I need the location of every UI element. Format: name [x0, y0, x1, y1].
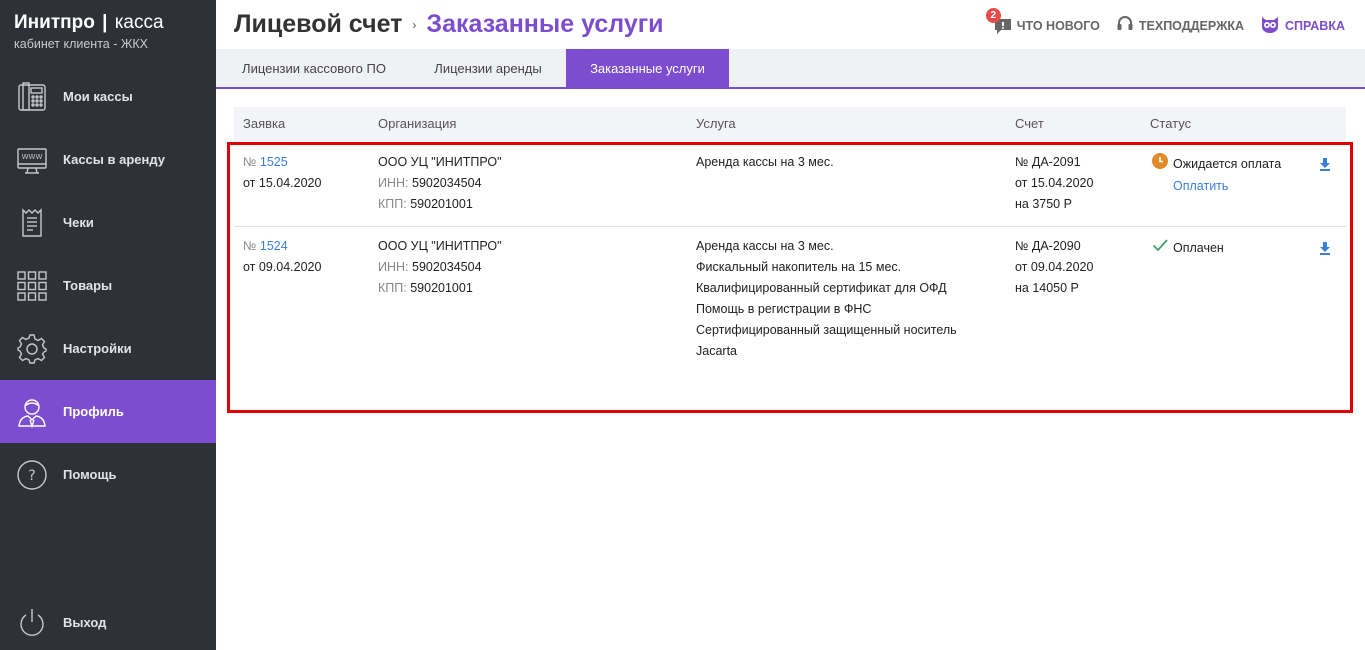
- service-item: Сертифицированный защищенный носитель: [696, 323, 957, 337]
- org-name: ООО УЦ "ИНИТПРО": [378, 155, 502, 169]
- sidebar-item-my-registers[interactable]: Мои кассы: [0, 65, 216, 128]
- logout-label: Выход: [63, 615, 107, 630]
- logout-button[interactable]: Выход: [0, 591, 216, 650]
- sidebar-item-label: Товары: [63, 278, 113, 293]
- pay-link[interactable]: Оплатить: [1173, 176, 1281, 197]
- fax-register-icon: [16, 81, 48, 113]
- status-badge: Ожидается оплата: [1173, 157, 1282, 171]
- invoice-sum: на 14050 Р: [1015, 281, 1079, 295]
- org-kpp: 590201001: [410, 197, 473, 211]
- support-link[interactable]: ТЕХПОДДЕРЖКА: [1116, 15, 1244, 36]
- breadcrumb-root[interactable]: Лицевой счет: [234, 10, 402, 39]
- service-cell: Аренда кассы на 3 мес.: [696, 152, 834, 173]
- invoice-sum: на 3750 Р: [1015, 197, 1072, 211]
- header: Лицевой счет › Заказанные услуги 2 ЧТО Н…: [216, 0, 1365, 49]
- svg-text:WWW: WWW: [22, 153, 43, 161]
- support-label: ТЕХПОДДЕРЖКА: [1138, 18, 1245, 33]
- question-icon: ?: [16, 459, 48, 491]
- tab-rent-licenses[interactable]: Лицензии аренды: [412, 49, 564, 87]
- help-link[interactable]: СПРАВКА: [1260, 15, 1345, 36]
- order-link[interactable]: 1525: [260, 155, 288, 169]
- grid-icon: [16, 270, 48, 302]
- sidebar-item-receipts[interactable]: Чеки: [0, 191, 216, 254]
- sidebar-item-label: Помощь: [63, 467, 117, 482]
- page-title: Заказанные услуги: [426, 10, 664, 38]
- invoice-cell: № ДА-2090 от 09.04.2020 на 14050 Р: [1015, 236, 1093, 299]
- sidebar-item-label: Настройки: [63, 341, 132, 356]
- org-name: ООО УЦ "ИНИТПРО": [378, 239, 502, 253]
- invoice-date: от 15.04.2020: [1015, 176, 1094, 190]
- gear-icon: [16, 333, 48, 365]
- status-badge: Оплачен: [1173, 241, 1224, 255]
- invoice-cell: № ДА-2091 от 15.04.2020 на 3750 Р: [1015, 152, 1093, 215]
- org-kpp: 590201001: [410, 281, 473, 295]
- row-divider: [234, 142, 1346, 143]
- sidebar-item-label: Профиль: [63, 404, 124, 419]
- order-date: от 15.04.2020: [243, 176, 322, 190]
- user-icon: [16, 396, 48, 428]
- sidebar-item-goods[interactable]: Товары: [0, 254, 216, 317]
- service-item: Аренда кассы на 3 мес.: [696, 155, 834, 169]
- service-item: Аренда кассы на 3 мес.: [696, 239, 834, 253]
- service-cell: Аренда кассы на 3 мес. Фискальный накопи…: [696, 236, 957, 362]
- header-links: 2 ЧТО НОВОГО ТЕХПОДДЕРЖКА СПРАВКА: [978, 7, 1345, 36]
- breadcrumb-separator: ›: [412, 17, 417, 32]
- table-header: Заявка Организация Услуга Счет Статус: [234, 107, 1346, 141]
- tab-bar: Лицензии кассового ПО Лицензии аренды За…: [216, 49, 1365, 89]
- sidebar: Инитпро | касса кабинет клиента - ЖКХ Мо…: [0, 0, 216, 650]
- download-icon[interactable]: [1319, 157, 1331, 171]
- clock-icon: [1152, 153, 1173, 176]
- sidebar-item-label: Кассы в аренду: [63, 152, 165, 167]
- column-header-service: Услуга: [696, 116, 736, 131]
- service-item: Квалифицированный сертификат для ОФД: [696, 281, 947, 295]
- invoice-number: № ДА-2090: [1015, 239, 1081, 253]
- sidebar-item-label: Чеки: [63, 215, 94, 230]
- sidebar-item-profile[interactable]: Профиль: [0, 380, 216, 443]
- org-inn: 5902034504: [412, 176, 482, 190]
- whats-new-label: ЧТО НОВОГО: [1016, 18, 1100, 33]
- receipt-icon: [16, 207, 48, 239]
- invoice-number: № ДА-2091: [1015, 155, 1081, 169]
- order-link[interactable]: 1524: [260, 239, 288, 253]
- column-header-invoice: Счет: [1015, 116, 1044, 131]
- svg-text:?: ?: [28, 468, 35, 484]
- column-header-order: Заявка: [243, 116, 286, 131]
- news-badge: 2: [985, 7, 1001, 23]
- service-item: Помощь в регистрации в ФНС: [696, 302, 872, 316]
- sidebar-item-label: Мои кассы: [63, 89, 133, 104]
- order-date: от 09.04.2020: [243, 260, 322, 274]
- row-divider: [234, 226, 1346, 227]
- tab-ordered-services[interactable]: Заказанные услуги: [566, 49, 729, 87]
- organization-cell: ООО УЦ "ИНИТПРО" ИНН: 5902034504 КПП: 59…: [378, 236, 502, 299]
- order-cell: № 1524 от 09.04.2020: [243, 236, 321, 278]
- download-icon[interactable]: [1319, 241, 1331, 255]
- order-cell: № 1525 от 15.04.2020: [243, 152, 321, 194]
- chat-bubble-icon: 2: [985, 7, 1012, 35]
- status-cell: Оплачен: [1152, 237, 1224, 260]
- organization-cell: ООО УЦ "ИНИТПРО" ИНН: 5902034504 КПП: 59…: [378, 152, 502, 215]
- owl-icon: [1260, 15, 1285, 36]
- sidebar-item-rent-registers[interactable]: WWW Кассы в аренду: [0, 128, 216, 191]
- brand-logo[interactable]: Инитпро | касса кабинет клиента - ЖКХ: [14, 12, 164, 51]
- sidebar-item-settings[interactable]: Настройки: [0, 317, 216, 380]
- www-monitor-icon: WWW: [16, 144, 48, 176]
- column-header-organization: Организация: [378, 116, 457, 131]
- headset-icon: [1116, 15, 1139, 36]
- breadcrumb: Лицевой счет › Заказанные услуги: [234, 10, 664, 39]
- org-inn: 5902034504: [412, 260, 482, 274]
- invoice-date: от 09.04.2020: [1015, 260, 1094, 274]
- service-item: Фискальный накопитель на 15 мес.: [696, 260, 902, 274]
- service-item: Jacarta: [696, 344, 737, 358]
- whats-new-link[interactable]: 2 ЧТО НОВОГО: [985, 7, 1100, 35]
- column-header-status: Статус: [1150, 116, 1192, 131]
- power-icon: [16, 607, 48, 639]
- sidebar-item-help[interactable]: ? Помощь: [0, 443, 216, 506]
- brand-title: Инитпро | касса: [14, 12, 164, 33]
- check-icon: [1152, 237, 1173, 260]
- help-label: СПРАВКА: [1285, 18, 1345, 33]
- tab-software-licenses[interactable]: Лицензии кассового ПО: [216, 49, 412, 87]
- status-cell: Ожидается оплата Оплатить: [1152, 153, 1281, 197]
- brand-subtitle: кабинет клиента - ЖКХ: [14, 37, 149, 51]
